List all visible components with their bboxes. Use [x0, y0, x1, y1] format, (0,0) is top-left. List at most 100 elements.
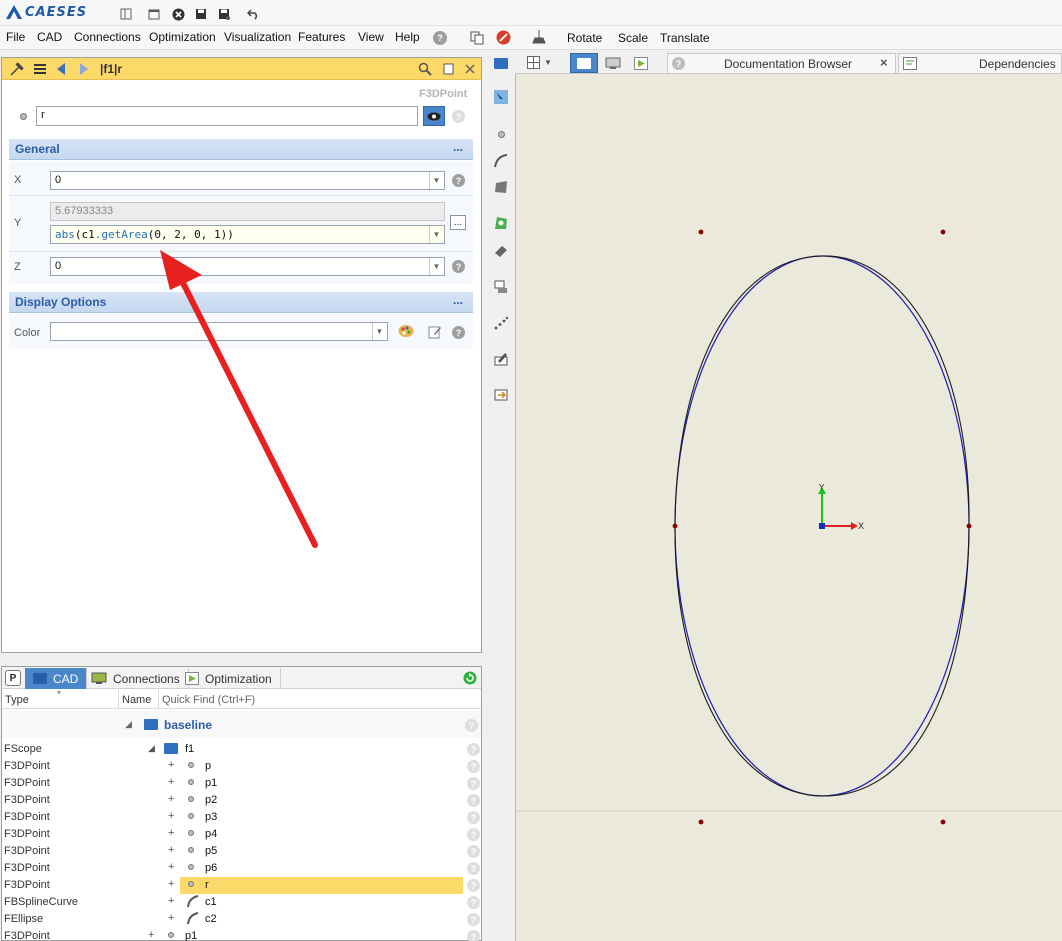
detach-icon[interactable]	[440, 61, 456, 77]
tab-documentation-browser[interactable]: ? Documentation Browser ×	[667, 53, 896, 73]
quick-find-input[interactable]: Quick Find (Ctrl+F)	[162, 694, 255, 706]
tree-row[interactable]: F3DPoint + p?	[2, 758, 481, 775]
3d-viewport[interactable]: Y X	[515, 74, 1062, 941]
monitor-view-button[interactable]	[600, 53, 626, 73]
edit-icon[interactable]	[428, 325, 442, 342]
tree-row[interactable]: F3DPoint + p5?	[2, 843, 481, 860]
menu-help[interactable]: Help	[395, 30, 420, 44]
feature-tool-icon[interactable]	[494, 216, 508, 230]
layout-dropdown[interactable]: ▼	[527, 54, 557, 71]
column-name[interactable]: Name	[122, 694, 151, 706]
expand-icon[interactable]: +	[168, 759, 174, 771]
run-view-button[interactable]	[628, 53, 654, 73]
rotate-tool[interactable]: Rotate	[567, 31, 602, 45]
menu-lines-icon[interactable]	[32, 61, 48, 77]
point-marker[interactable]	[966, 523, 972, 529]
mesh-tool-icon[interactable]	[494, 280, 508, 294]
x-dropdown-icon[interactable]: ▼	[429, 172, 443, 189]
expand-icon[interactable]: +	[148, 929, 154, 941]
expand-icon[interactable]: +	[168, 878, 174, 890]
menu-visualization[interactable]: Visualization	[224, 30, 291, 44]
menu-optimization[interactable]: Optimization	[149, 30, 216, 44]
help-icon[interactable]: ?	[467, 896, 480, 909]
palette-icon[interactable]	[398, 324, 414, 341]
surface-tool-icon[interactable]	[494, 180, 508, 194]
help-icon[interactable]: ?	[433, 31, 447, 45]
expand-icon[interactable]: +	[168, 895, 174, 907]
search-icon[interactable]	[417, 61, 433, 77]
cad-view-button[interactable]	[570, 53, 598, 73]
column-type[interactable]: Type	[5, 694, 29, 706]
tree-row[interactable]: F3DPoint + p2?	[2, 792, 481, 809]
menu-features[interactable]: Features	[298, 30, 345, 44]
pin-tree-icon[interactable]: P	[5, 670, 21, 686]
object-name-field[interactable]: r	[36, 106, 418, 126]
close-project-icon[interactable]	[171, 7, 185, 21]
pin-icon[interactable]	[9, 61, 25, 77]
help-icon[interactable]: ?	[467, 845, 480, 858]
expression-editor-button[interactable]: ...	[450, 215, 466, 230]
tree-row[interactable]: F3DPoint + p6?	[2, 860, 481, 877]
tab-cad[interactable]: CAD	[25, 668, 88, 689]
general-section-header[interactable]: General ...	[9, 139, 473, 160]
expand-icon[interactable]: +	[168, 844, 174, 856]
select-tool-icon[interactable]	[494, 90, 508, 104]
points-series-icon[interactable]	[494, 316, 508, 330]
menu-view[interactable]: View	[358, 30, 384, 44]
tree-row[interactable]: F3DPoint + p1?	[2, 775, 481, 792]
help-icon[interactable]: ?	[452, 110, 465, 123]
point-marker[interactable]	[672, 523, 678, 529]
back-icon[interactable]	[53, 61, 69, 77]
expand-icon[interactable]: ◢	[148, 743, 155, 754]
menu-connections[interactable]: Connections	[74, 30, 141, 44]
import-tool-icon[interactable]	[494, 388, 508, 402]
translate-tool[interactable]: Translate	[660, 31, 710, 45]
help-icon[interactable]: ?	[452, 260, 465, 273]
expand-icon[interactable]: +	[168, 793, 174, 805]
help-icon[interactable]: ?	[467, 760, 480, 773]
brep-tool-icon[interactable]	[494, 244, 508, 258]
scale-tool[interactable]: Scale	[618, 31, 648, 45]
forward-icon[interactable]	[76, 61, 92, 77]
help-icon[interactable]: ?	[467, 879, 480, 892]
help-icon[interactable]: ?	[467, 777, 480, 790]
section-more[interactable]: ...	[453, 293, 463, 307]
help-icon[interactable]: ?	[452, 326, 465, 339]
tab-connections[interactable]: Connections	[83, 668, 189, 689]
layout-icon[interactable]	[119, 7, 133, 21]
copy-view-icon[interactable]	[470, 31, 484, 48]
tab-optimization[interactable]: Optimization	[177, 668, 281, 689]
tree-row[interactable]: FBSplineCurve + c1?	[2, 894, 481, 911]
x-field[interactable]: 0	[50, 171, 445, 190]
tree-row[interactable]: FScope ◢ f1?	[2, 741, 481, 758]
point-marker[interactable]	[698, 229, 704, 235]
point-marker[interactable]	[940, 819, 946, 825]
curve-tool-icon[interactable]	[494, 154, 508, 168]
help-icon[interactable]: ?	[465, 719, 478, 732]
expand-icon[interactable]: +	[168, 912, 174, 924]
y-expression-field[interactable]: abs(c1.getArea(0, 2, 0, 1))	[50, 225, 445, 244]
stop-icon[interactable]	[496, 30, 511, 48]
new-window-icon[interactable]	[147, 7, 161, 21]
expand-icon[interactable]: +	[168, 810, 174, 822]
tree-row[interactable]: F3DPoint + p1?	[2, 928, 481, 941]
tab-dependencies[interactable]: Dependencies	[898, 53, 1062, 73]
tree-row[interactable]: F3DPoint + p3?	[2, 809, 481, 826]
undo-icon[interactable]	[246, 7, 260, 21]
expand-icon[interactable]: +	[168, 861, 174, 873]
point-marker[interactable]	[940, 229, 946, 235]
z-dropdown-icon[interactable]: ▼	[429, 258, 443, 275]
help-icon[interactable]: ?	[467, 743, 480, 756]
help-icon[interactable]: ?	[467, 794, 480, 807]
help-icon[interactable]: ?	[467, 913, 480, 926]
tree-row[interactable]: F3DPoint + r?	[2, 877, 481, 894]
tree-row[interactable]: FEllipse + c2?	[2, 911, 481, 928]
section-more[interactable]: ...	[453, 140, 463, 154]
point-tool-icon[interactable]	[494, 127, 508, 141]
menu-cad[interactable]: CAD	[37, 30, 62, 44]
help-icon[interactable]: ?	[467, 828, 480, 841]
help-icon[interactable]: ?	[452, 174, 465, 187]
help-icon[interactable]: ?	[467, 930, 480, 941]
tree-root-row[interactable]	[2, 711, 481, 738]
expand-icon[interactable]: +	[168, 776, 174, 788]
